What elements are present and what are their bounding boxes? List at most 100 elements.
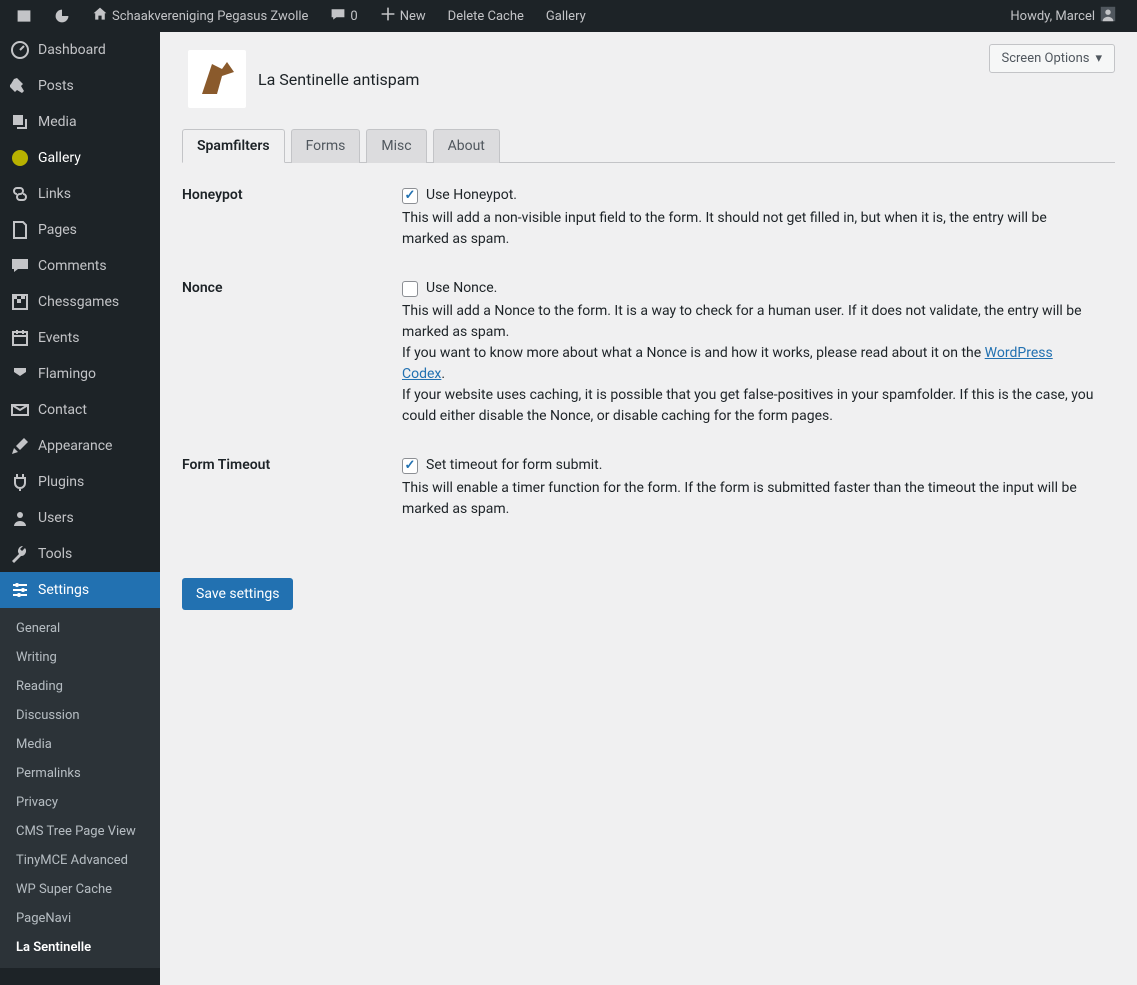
settings-submenu: General Writing Reading Discussion Media… [0,608,160,968]
pin-icon [10,76,30,96]
menu-posts[interactable]: Posts [0,68,160,104]
menu-gallery[interactable]: Gallery [0,140,160,176]
admin-toolbar: Schaakvereniging Pegasus Zwolle 0 New De… [0,0,1137,32]
new-content[interactable]: New [372,6,434,26]
tab-forms[interactable]: Forms [291,129,361,163]
menu-label: Plugins [38,474,84,490]
menu-events[interactable]: Events [0,320,160,356]
admin-sidebar: Dashboard Posts Media Gallery Links Page… [0,32,160,985]
menu-label: Events [38,330,79,346]
menu-label: Posts [38,78,74,94]
option-nonce: Nonce Use Nonce. This will add a Nonce t… [182,278,1115,427]
save-button[interactable]: Save settings [182,578,293,610]
plugin-logo [188,50,246,108]
menu-tools[interactable]: Tools [0,536,160,572]
nonce-desc1: This will add a Nonce to the form. It is… [402,301,1095,343]
screen-options-label: Screen Options [1002,51,1090,66]
submenu-reading[interactable]: Reading [0,672,160,701]
media-icon [10,112,30,132]
menu-plugins[interactable]: Plugins [0,464,160,500]
delete-cache[interactable]: Delete Cache [440,9,532,24]
site-name: Schaakvereniging Pegasus Zwolle [112,9,308,24]
screen-options-button[interactable]: Screen Options ▾ [989,44,1116,73]
menu-label: Appearance [38,438,112,454]
comments-count: 0 [350,9,357,24]
timeout-label: Form Timeout [182,455,402,473]
option-timeout: Form Timeout Set timeout for form submit… [182,455,1115,520]
menu-label: Media [38,114,77,130]
comments-bubble[interactable]: 0 [322,6,365,26]
brush-icon [10,436,30,456]
option-honeypot: Honeypot Use Honeypot. This will add a n… [182,185,1115,250]
timeout-description: This will enable a timer function for th… [402,478,1095,520]
menu-label: Chessgames [38,294,119,310]
menu-flamingo[interactable]: Flamingo [0,356,160,392]
mail-icon [10,400,30,420]
menu-appearance[interactable]: Appearance [0,428,160,464]
submenu-discussion[interactable]: Discussion [0,701,160,730]
dashboard-icon [10,40,30,60]
menu-dashboard[interactable]: Dashboard [0,32,160,68]
comments-icon [330,6,346,26]
nonce-checkbox-label: Use Nonce. [426,278,497,299]
home-icon [92,6,108,26]
tab-spamfilters[interactable]: Spamfilters [182,129,285,163]
menu-media[interactable]: Media [0,104,160,140]
submenu-pagenavi[interactable]: PageNavi [0,904,160,933]
tab-misc[interactable]: Misc [366,129,426,163]
menu-chessgames[interactable]: Chessgames [0,284,160,320]
sliders-icon [10,580,30,600]
user-icon [10,508,30,528]
menu-label: Tools [38,546,72,562]
menu-contact[interactable]: Contact [0,392,160,428]
menu-comments[interactable]: Comments [0,248,160,284]
menu-settings[interactable]: Settings [0,572,160,608]
calendar-icon [10,328,30,348]
submenu-permalinks[interactable]: Permalinks [0,759,160,788]
honeypot-checkbox[interactable] [402,188,418,204]
menu-links[interactable]: Links [0,176,160,212]
gallery-icon [10,148,30,168]
honeypot-checkbox-label: Use Honeypot. [426,185,517,206]
nonce-label: Nonce [182,278,402,296]
nonce-checkbox[interactable] [402,281,418,297]
link-icon [10,184,30,204]
timeout-checkbox[interactable] [402,458,418,474]
submenu-general[interactable]: General [0,614,160,643]
submenu-la-sentinelle[interactable]: La Sentinelle [0,933,160,962]
page-title: La Sentinelle antispam [258,70,419,89]
submenu-media[interactable]: Media [0,730,160,759]
submenu-cms-tree[interactable]: CMS Tree Page View [0,817,160,846]
submenu-tinymce[interactable]: TinyMCE Advanced [0,846,160,875]
nonce-desc3: If your website uses caching, it is poss… [402,385,1095,427]
menu-label: Pages [38,222,77,238]
avatar-icon [1099,5,1117,27]
page-header: La Sentinelle antispam [188,50,1115,108]
submenu-wp-super-cache[interactable]: WP Super Cache [0,875,160,904]
console-icon[interactable] [8,8,40,24]
submenu-writing[interactable]: Writing [0,643,160,672]
menu-users[interactable]: Users [0,500,160,536]
screen-options-wrap: Screen Options ▾ [989,44,1116,73]
menu-label: Contact [38,402,87,418]
menu-label: Flamingo [38,366,96,382]
plug-icon [10,472,30,492]
main-content: Screen Options ▾ La Sentinelle antispam … [160,32,1137,985]
gallery-link[interactable]: Gallery [538,9,594,24]
menu-label: Settings [38,582,89,598]
howdy-user[interactable]: Howdy, Marcel [1002,5,1125,27]
comment-icon [10,256,30,276]
submenu-privacy[interactable]: Privacy [0,788,160,817]
tab-about[interactable]: About [433,129,500,163]
options-form: Honeypot Use Honeypot. This will add a n… [182,185,1115,520]
honeypot-description: This will add a non-visible input field … [402,208,1095,250]
menu-label: Comments [38,258,107,274]
stats-icon[interactable] [46,8,78,24]
site-link[interactable]: Schaakvereniging Pegasus Zwolle [84,6,316,26]
flamingo-icon [10,364,30,384]
menu-pages[interactable]: Pages [0,212,160,248]
timeout-checkbox-label: Set timeout for form submit. [426,455,602,476]
chess-icon [10,292,30,312]
nonce-desc2: If you want to know more about what a No… [402,343,1095,385]
menu-label: Dashboard [38,42,106,58]
